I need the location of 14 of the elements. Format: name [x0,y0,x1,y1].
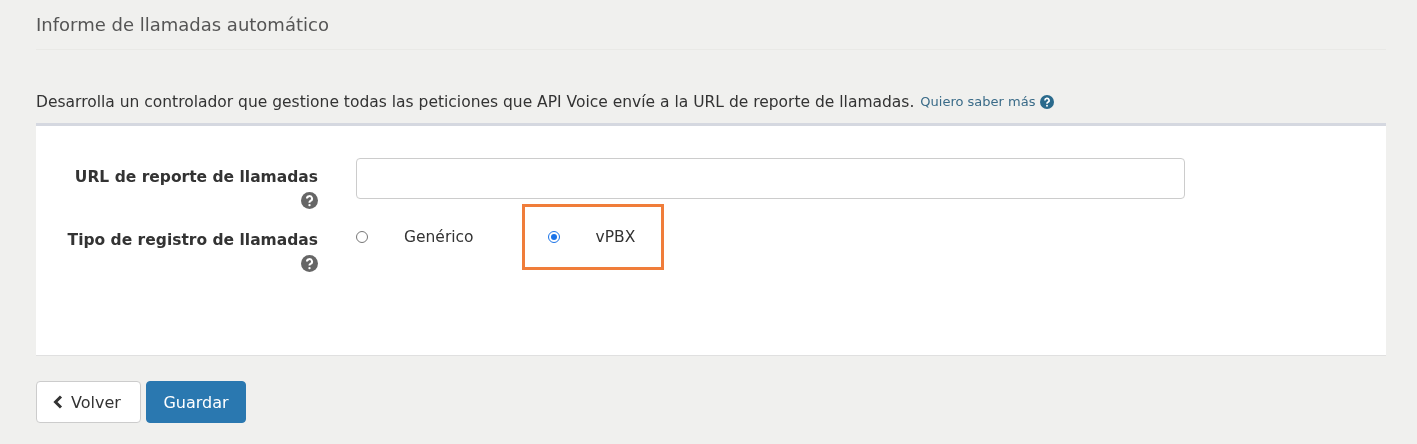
field-label: URL de reporte de llamadas [74,167,318,186]
help-icon[interactable] [301,255,318,272]
field-label: Tipo de registro de llamadas [67,230,318,249]
url-input-field[interactable] [356,158,1185,199]
page-title: Informe de llamadas automático [36,0,1386,50]
radio-label: Genérico [404,228,474,246]
help-link[interactable]: Quiero saber más [920,94,1036,109]
save-button[interactable]: Guardar [146,381,246,423]
help-icon[interactable] [301,192,318,209]
description-text: Desarrolla un controlador que gestione todas las peticiones que API Voice envíe a la URL de reporte de llamadas. [36,92,915,111]
help-icon[interactable] [1040,94,1055,109]
back-button[interactable]: Volver [36,381,141,423]
chevron-left-icon [52,395,64,409]
radio-label: vPBX [595,228,636,246]
